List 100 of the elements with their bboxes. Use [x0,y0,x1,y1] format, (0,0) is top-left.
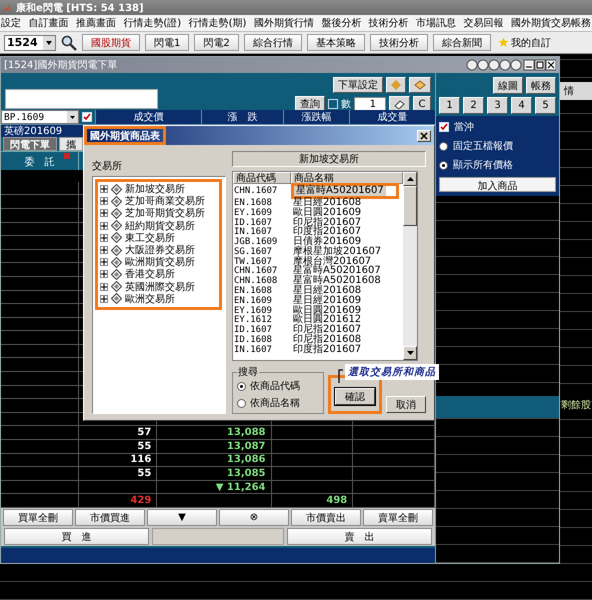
menu-item[interactable]: 交易回報 [464,16,504,30]
checkbox[interactable] [439,122,449,132]
tree-item[interactable]: 歐洲交易所 [125,292,175,306]
product-name[interactable]: 歐日圓201609 [291,306,364,316]
expand-icon[interactable] [100,258,108,266]
product-code[interactable]: EN.1609 [233,296,291,306]
quantity-field[interactable]: 1 [354,96,386,112]
action-button[interactable]: 市價賣出 [291,509,361,526]
product-name[interactable]: 印尼指201607 [291,218,364,228]
tree-item[interactable]: 東工交易所 [125,230,175,245]
product-code[interactable]: IN.1607 [233,227,291,238]
menu-item[interactable]: 自訂畫面 [28,16,68,30]
order-settings-button[interactable]: 下單設定 [333,77,383,93]
product-code[interactable]: CHN.1608 [233,276,291,286]
product-name[interactable]: 星富時A50201608 [291,276,383,286]
tree-item[interactable]: 香港交易所 [125,267,175,282]
action-button[interactable]: ▼ [147,509,217,526]
menu-item[interactable]: 技術分析 [368,16,409,30]
product-code[interactable]: CHN.1607 [233,186,291,196]
tab[interactable]: 閃電下單 [3,137,57,151]
expand-icon[interactable] [100,246,108,254]
search-icon[interactable] [61,34,77,50]
expand-icon[interactable] [100,294,108,303]
tree-item[interactable]: 新加坡交易所 [125,182,185,196]
account-button[interactable]: 帳務 [526,77,556,94]
tree-item[interactable]: 英國洲際交易所 [125,280,195,294]
confirm-button[interactable]: 確認 [335,388,375,405]
menu-item[interactable]: 國外期貨行情 [254,16,314,30]
product-name[interactable]: 歐日圓201609 [291,208,364,218]
chart-button[interactable]: 線圖 [493,77,523,94]
scroll-thumb[interactable] [403,186,417,226]
action-button[interactable]: 賣單全刪 [363,509,433,526]
radio-button[interactable] [237,382,246,390]
scroll-up-icon[interactable] [403,172,417,186]
toolbar-button[interactable]: 技術分析 [370,34,428,51]
product-code[interactable]: SG.1607 [233,246,291,257]
expand-icon[interactable] [100,282,108,291]
tab[interactable]: 攜 [59,137,83,151]
expand-icon[interactable] [100,197,108,206]
product-code[interactable]: EY.1609 [233,208,291,218]
radio-button[interactable] [439,142,448,150]
product-code[interactable]: EN.1608 [233,286,291,296]
favorites-button[interactable]: 我的自訂 [496,34,553,51]
product-code[interactable]: EY.1609 [233,306,291,316]
tab[interactable]: 情 [560,82,592,100]
product-code[interactable]: TW.1607 [233,256,291,267]
cancel-button[interactable]: 取消 [386,396,426,413]
product-name[interactable]: 摩根星加坡201607 [291,246,384,257]
product-name[interactable]: 星日經201608 [291,198,364,208]
product-code[interactable]: ID.1608 [233,335,291,346]
product-code[interactable]: EN.1608 [233,198,291,208]
menu-item[interactable]: 國外期貨交易帳務 [511,16,591,30]
menu-item[interactable]: 行情走勢(期) [188,16,246,30]
product-code[interactable]: ID.1607 [233,325,291,336]
window-controls-icon[interactable] [466,59,556,71]
menu-item[interactable]: 設定 [1,16,21,30]
product-name[interactable]: 星日經201608 [291,286,364,296]
toolbar-button[interactable]: 基本策略 [306,34,365,51]
toolbar-button[interactable]: 綜合行情 [244,34,302,51]
preset-button[interactable]: 2 [463,97,484,114]
product-name[interactable]: 星富時A50201607 [294,186,386,196]
preset-button[interactable]: 5 [535,97,556,114]
expand-icon[interactable] [100,234,108,242]
column-header[interactable]: 商品代碼 [233,172,291,184]
product-code[interactable]: EY.1612 [233,315,291,326]
expand-icon[interactable] [100,222,108,230]
product-code[interactable]: IN.1607 [233,344,291,355]
preset-button[interactable]: 4 [511,97,532,114]
product-name[interactable]: 印度指201607 [291,344,364,355]
preset-button[interactable]: 3 [487,97,508,114]
expand-icon[interactable] [100,185,108,194]
expand-icon[interactable] [100,209,108,218]
menu-item[interactable]: 市場訊息 [416,16,456,30]
product-code[interactable]: ID.1607 [233,218,291,228]
tree-item[interactable]: 芝加哥期貨交易所 [125,206,205,220]
tree-item[interactable]: 芝加哥商業交易所 [125,194,205,208]
toolbar-button[interactable]: 綜合新聞 [432,34,491,51]
action-button[interactable]: 買單全刪 [3,509,73,526]
toolbar-button[interactable]: 國股期貨 [82,34,140,51]
tree-item[interactable]: 歐洲期貨交易所 [125,255,195,270]
tree-item[interactable]: 紐約期貨交易所 [125,218,195,233]
symbol-select[interactable]: BP.1609 [1,110,79,124]
add-product-button[interactable]: 加入商品 [439,177,556,192]
preset-button[interactable]: 1 [439,97,460,114]
radio-button[interactable] [237,398,246,408]
symbol-select[interactable]: 1524 [4,34,56,50]
tree-item[interactable]: 大阪證券交易所 [125,243,195,258]
radio-button[interactable] [439,160,448,170]
menu-item[interactable]: 推薦畫面 [76,16,116,30]
checkbox[interactable] [82,112,92,122]
toolbar-button[interactable]: 閃電2 [194,34,239,51]
scroll-down-icon[interactable] [403,346,417,360]
action-button[interactable]: 市價買進 [75,509,145,526]
product-code[interactable]: JGB.1609 [233,237,291,248]
price-field[interactable] [152,528,284,545]
menu-item[interactable]: 盤後分析 [321,16,362,30]
product-code[interactable]: CHN.1607 [233,266,291,276]
menu-item[interactable]: 行情走勢(證) [123,16,182,30]
toolbar-button[interactable]: 閃電1 [145,34,190,51]
action-button[interactable]: ⊗ [219,509,289,526]
